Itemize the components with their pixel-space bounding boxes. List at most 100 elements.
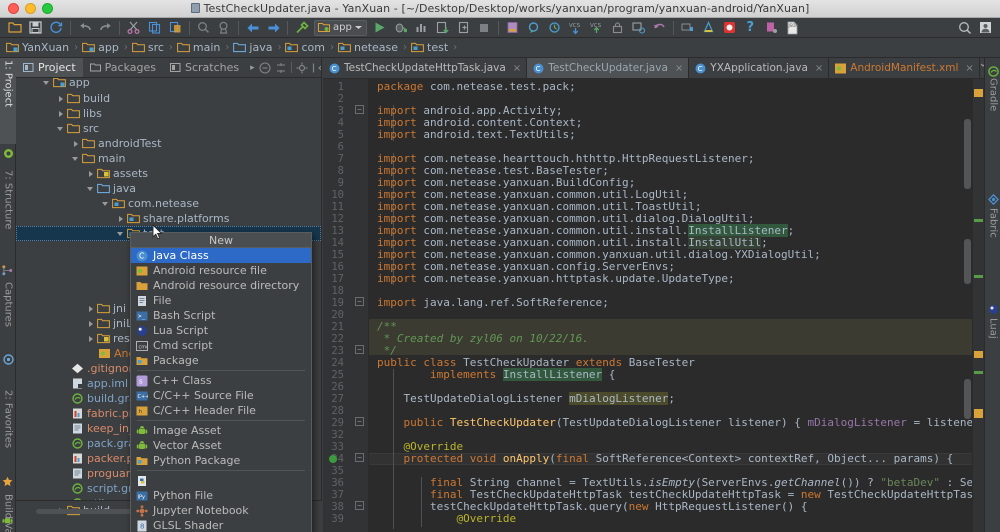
menu-item-python-file[interactable] xyxy=(131,473,311,488)
tree-row-libs[interactable]: libs xyxy=(16,106,321,121)
marker-change[interactable] xyxy=(974,275,983,278)
tab-scratches[interactable]: Scratches xyxy=(163,58,246,77)
tool-window-fabric[interactable]: Fabric xyxy=(985,206,1000,252)
close-window-button[interactable] xyxy=(8,3,19,14)
expand-arrow-icon[interactable] xyxy=(86,169,96,179)
tab-project[interactable]: Project xyxy=(16,58,83,77)
tree-row-java[interactable]: java xyxy=(16,181,321,196)
project-structure-icon[interactable] xyxy=(628,19,649,37)
menu-item-vector-asset[interactable]: Vector Asset xyxy=(131,438,311,453)
fold-region-icon[interactable]: − xyxy=(355,501,364,510)
settings-gear-icon[interactable] xyxy=(296,62,308,74)
menu-item-cpp-class[interactable]: s C++ Class xyxy=(131,373,311,388)
marker-warning[interactable] xyxy=(974,409,983,418)
sidebar-item-captures[interactable]: Captures xyxy=(0,280,16,350)
help-icon[interactable]: ? xyxy=(740,19,761,37)
expand-arrow-icon[interactable] xyxy=(86,319,96,329)
expand-arrow-icon[interactable] xyxy=(86,184,96,194)
breadcrumb-item-yanxuan[interactable]: YanXuan › xyxy=(6,41,82,54)
search-everywhere-icon[interactable] xyxy=(954,19,975,37)
menu-item-glsl-shader[interactable]: Jupyter Notebook xyxy=(131,503,311,518)
close-tab-icon[interactable]: × xyxy=(815,63,823,74)
redo-icon[interactable] xyxy=(95,19,116,37)
close-tab-icon[interactable]: × xyxy=(513,63,521,74)
editor-gutter[interactable]: 1 2 3 4 5 6 7 8 9 10 11 12 13 14 15 16 1… xyxy=(323,79,369,532)
attach-debugger-icon[interactable] xyxy=(453,19,474,37)
sync-refresh-icon[interactable] xyxy=(46,19,67,37)
layout-inspector-icon[interactable] xyxy=(698,19,719,37)
run-icon[interactable] xyxy=(369,19,390,37)
sidebar-item-project[interactable]: 1: Project xyxy=(0,58,16,144)
code-lines[interactable]: package com.netease.test.pack; import an… xyxy=(369,79,984,532)
stop-icon[interactable] xyxy=(474,19,495,37)
save-all-icon[interactable] xyxy=(25,19,46,37)
tree-row-share-platforms[interactable]: share.platforms xyxy=(16,211,321,226)
breadcrumb-item-main[interactable]: main › xyxy=(177,41,233,54)
close-tab-icon[interactable]: × xyxy=(675,63,683,74)
menu-item-c-header-file[interactable]: h C/C++ Header File xyxy=(131,403,311,418)
breadcrumb-item-test[interactable]: test › xyxy=(411,41,461,54)
tree-row-app[interactable]: app xyxy=(16,78,321,90)
menu-item-python-package[interactable]: Python Package xyxy=(131,453,311,468)
fold-region-icon[interactable]: − xyxy=(355,297,364,306)
editor-tab-yxapplication[interactable]: C YXApplication.java × xyxy=(689,58,830,78)
menu-item-c-source-file[interactable]: C++ C/C++ Source File xyxy=(131,388,311,403)
expand-arrow-icon[interactable] xyxy=(56,124,66,134)
safe-mode-icon[interactable] xyxy=(607,19,628,37)
expand-arrow-icon[interactable] xyxy=(116,229,126,239)
copy-icon[interactable] xyxy=(144,19,165,37)
menu-item-cmd-script[interactable]: cmd Cmd script xyxy=(131,338,311,353)
menu-item-package[interactable]: Package xyxy=(131,353,311,368)
menu-item-singleton[interactable]: 8 GLSL Shader xyxy=(131,518,311,532)
vcs-update-icon[interactable]: VCS xyxy=(565,19,586,37)
breadcrumb-item-com[interactable]: com › xyxy=(285,41,338,54)
expand-arrow-icon[interactable] xyxy=(56,109,66,119)
paste-icon[interactable] xyxy=(165,19,186,37)
menu-item-android-resource-directory[interactable]: Android resource directory xyxy=(131,278,311,293)
expand-arrow-icon[interactable] xyxy=(56,94,66,104)
menu-item-image-asset[interactable]: Image Asset xyxy=(131,423,311,438)
expand-arrow-icon[interactable] xyxy=(86,334,96,344)
minimize-window-button[interactable] xyxy=(25,3,36,14)
close-tab-icon[interactable]: × xyxy=(965,63,973,74)
breadcrumb-item-netease[interactable]: netease › xyxy=(338,41,411,54)
editor-tab-testcheckupdatehttptask[interactable]: C TestCheckUpdateHttpTask.java × xyxy=(323,58,528,78)
new-file-context-menu[interactable]: New C Java Class Android resource file A… xyxy=(130,232,312,532)
open-folder-icon[interactable] xyxy=(4,19,25,37)
sidebar-item-favorites[interactable]: 2: Favorites xyxy=(0,388,16,472)
tab-packages[interactable]: Packages xyxy=(83,58,163,77)
editor-vertical-scrollbar-seg[interactable] xyxy=(964,379,971,419)
collapse-all-icon[interactable] xyxy=(259,61,271,74)
sidebar-item-structure[interactable]: 7: Structure xyxy=(0,168,16,260)
sdk-manager-icon[interactable] xyxy=(523,19,544,37)
code-editor[interactable]: 1 2 3 4 5 6 7 8 9 10 11 12 13 14 15 16 1… xyxy=(323,79,984,532)
fold-region-icon[interactable]: − xyxy=(355,105,364,114)
json-icon[interactable]: JSON xyxy=(782,19,803,37)
fold-region-icon[interactable]: − xyxy=(355,453,364,462)
tree-row-main[interactable]: main xyxy=(16,151,321,166)
tab-overflow-button[interactable]: ▸ xyxy=(246,58,259,77)
tool-window-luaj[interactable]: Luaj xyxy=(985,316,1000,354)
breadcrumb-item-src[interactable]: src › xyxy=(131,41,177,54)
expand-arrow-icon[interactable] xyxy=(42,78,52,88)
profile-icon[interactable] xyxy=(411,19,432,37)
replace-icon[interactable] xyxy=(214,19,235,37)
tree-row-build[interactable]: build xyxy=(16,91,321,106)
run-configuration-selector[interactable]: app xyxy=(314,19,367,36)
editor-vertical-scrollbar[interactable] xyxy=(964,119,971,189)
marker-warning[interactable] xyxy=(974,89,983,97)
editor-marker-bar[interactable] xyxy=(972,79,984,532)
forward-icon[interactable] xyxy=(263,19,284,37)
vcs-commit-icon[interactable]: VCS xyxy=(586,19,607,37)
editor-tab-androidmanifest[interactable]: AndroidManifest.xml × xyxy=(829,58,980,78)
maximize-window-button[interactable] xyxy=(42,3,53,14)
marker-change[interactable] xyxy=(974,219,983,222)
expand-arrow-icon[interactable] xyxy=(71,139,81,149)
expand-arrow-icon[interactable] xyxy=(86,304,96,314)
tree-row-src[interactable]: src xyxy=(16,121,321,136)
apply-changes-icon[interactable] xyxy=(432,19,453,37)
menu-item-bash-script[interactable]: >_ Bash Script xyxy=(131,308,311,323)
breakpoint-icon[interactable] xyxy=(329,455,337,463)
user-icon[interactable] xyxy=(975,19,996,37)
build-hammer-icon[interactable] xyxy=(291,19,312,37)
